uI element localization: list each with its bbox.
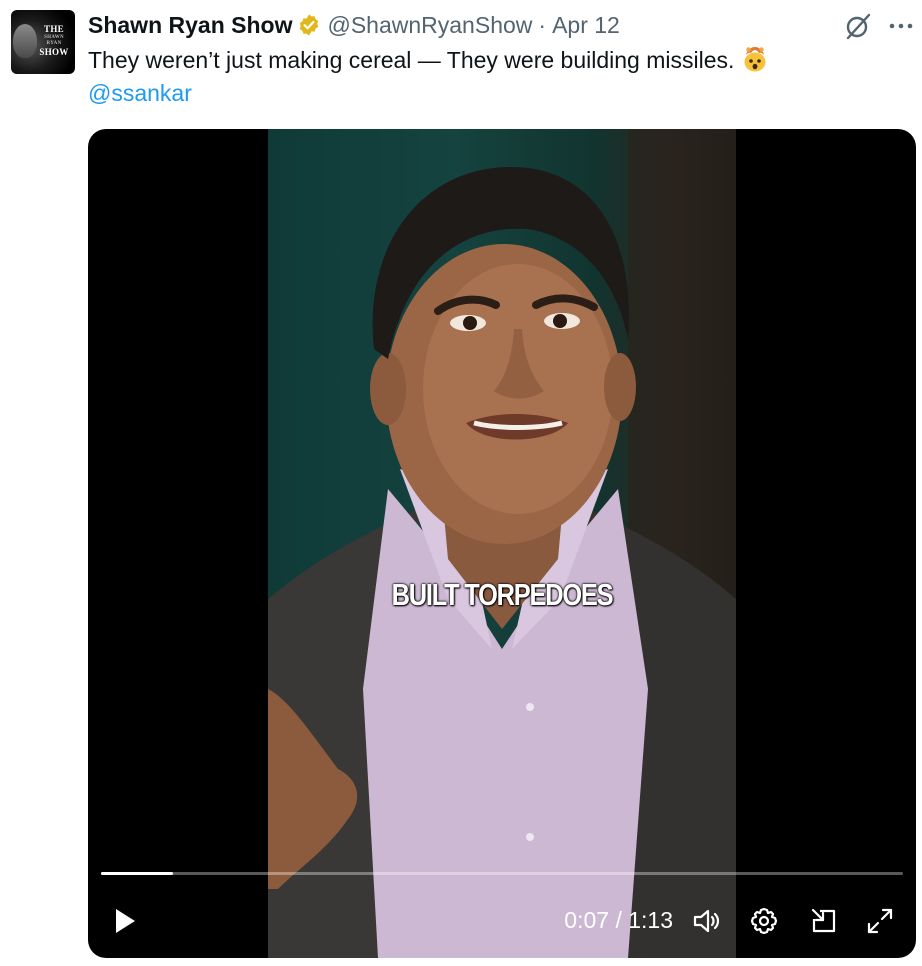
settings-icon[interactable]: [748, 905, 780, 937]
tweet-header: Shawn Ryan Show @ShawnRyanShow · Apr 12: [88, 11, 620, 39]
tweet-text: They weren’t just making cereal — They w…: [88, 45, 768, 75]
volume-icon[interactable]: [690, 905, 722, 937]
video-still-image: [268, 129, 736, 958]
video-player[interactable]: BUILT TORPEDOES 0:07 / 1:13: [88, 129, 916, 958]
more-icon[interactable]: [886, 11, 916, 41]
time-separator: /: [615, 907, 622, 933]
play-icon[interactable]: [108, 905, 140, 937]
header-separator: ·: [538, 11, 547, 38]
video-time: 0:07 / 1:13: [564, 905, 673, 935]
avatar-logo-middle: SHAWN RYAN: [44, 35, 64, 46]
avatar-logo-top: THE: [44, 24, 64, 34]
picture-in-picture-icon[interactable]: [808, 905, 840, 937]
verified-badge-icon[interactable]: [297, 13, 321, 37]
display-name[interactable]: Shawn Ryan Show: [88, 12, 292, 39]
exploding-head-emoji-icon: [742, 46, 768, 72]
tweet-actions-top: [842, 10, 916, 42]
avatar-portrait: [13, 24, 37, 58]
current-time: 0:07: [564, 907, 610, 933]
tweet-text-body: They weren’t just making cereal — They w…: [88, 47, 735, 73]
video-caption: BUILT TORPEDOES: [391, 577, 614, 612]
fullscreen-icon[interactable]: [864, 905, 896, 937]
handle[interactable]: @ShawnRyanShow: [327, 12, 532, 39]
duration: 1:13: [628, 907, 673, 933]
video-frame[interactable]: BUILT TORPEDOES: [268, 129, 736, 958]
video-progress-bar[interactable]: [101, 872, 903, 875]
avatar-logo-bottom: SHOW: [39, 47, 69, 57]
tweet-date[interactable]: Apr 12: [552, 12, 620, 39]
video-progress-fill: [101, 872, 174, 875]
tweet[interactable]: THE SHAWN RYAN SHOW Shawn Ryan Show @Sha…: [0, 0, 922, 966]
avatar[interactable]: THE SHAWN RYAN SHOW: [11, 10, 75, 74]
avatar-logo: THE SHAWN RYAN SHOW: [37, 24, 71, 58]
video-controls: 0:07 / 1:13: [88, 895, 916, 945]
mention-link[interactable]: @ssankar: [88, 78, 192, 108]
grok-icon[interactable]: [842, 10, 874, 42]
